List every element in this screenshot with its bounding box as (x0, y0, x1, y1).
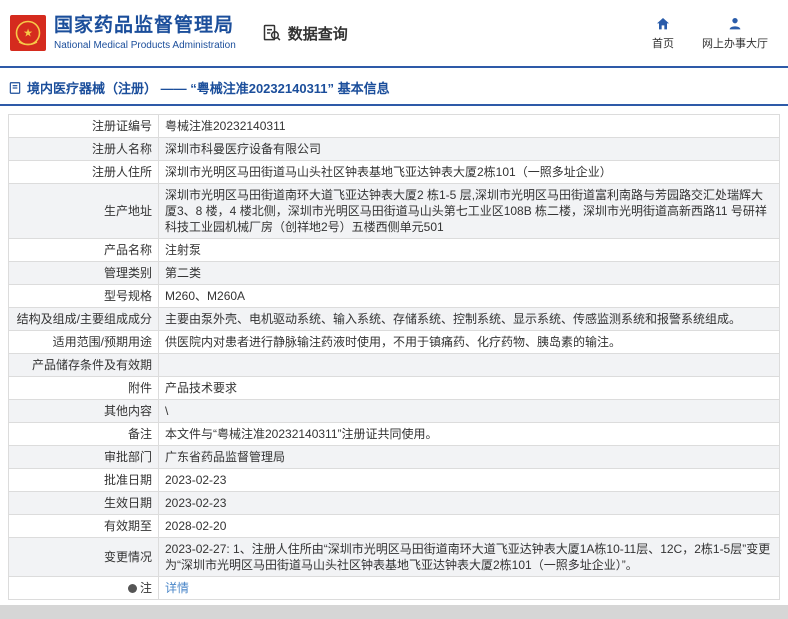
table-row: 注册人住所 深圳市光明区马田街道马山头社区钟表基地飞亚达钟表大厦2栋101（一照多… (8, 160, 780, 184)
note-icon (127, 584, 137, 593)
table-row: 适用范围/预期用途 供医院内对患者进行静脉输注药液时使用，不用于镇痛药、化疗药物、… (8, 330, 780, 354)
table-row: 生效日期 2023-02-23 (8, 491, 780, 515)
data-query-nav[interactable]: 数据查询 (262, 23, 348, 44)
org-title: 国家药品监督管理局 (54, 15, 235, 37)
footer-band (0, 605, 788, 619)
field-label: 生效日期 (8, 491, 159, 515)
field-value: 深圳市科曼医疗设备有限公司 (158, 137, 780, 161)
table-row: 注详情 (8, 576, 780, 600)
table-row: 审批部门 广东省药品监督管理局 (8, 445, 780, 469)
service-hall-label: 网上办事大厅 (702, 37, 768, 50)
field-label: 有效期至 (8, 514, 159, 538)
table-row: 生产地址 深圳市光明区马田街道南环大道飞亚达钟表大厦2 栋1-5 层,深圳市光明区… (8, 183, 780, 239)
table-row: 注册证编号 粤械注准20232140311 (8, 114, 780, 138)
table-row: 有效期至 2028-02-20 (8, 514, 780, 538)
field-label: 注 (8, 576, 159, 600)
field-value: 深圳市光明区马田街道南环大道飞亚达钟表大厦2 栋1-5 层,深圳市光明区马田街道… (158, 183, 780, 239)
table-row: 产品名称 注射泵 (8, 238, 780, 262)
field-label: 批准日期 (8, 468, 159, 492)
field-value: 第二类 (158, 261, 780, 285)
table-row: 管理类别 第二类 (8, 261, 780, 285)
table-row: 型号规格 M260、M260A (8, 284, 780, 308)
field-value: 深圳市光明区马田街道马山头社区钟表基地飞亚达钟表大厦2栋101（一照多址企业） (158, 160, 780, 184)
field-label: 生产地址 (8, 183, 159, 239)
data-query-label: 数据查询 (287, 25, 348, 43)
table-row: 附件 产品技术要求 (8, 376, 780, 400)
org-subtitle: National Medical Products Administration (54, 39, 236, 51)
home-label: 首页 (652, 37, 674, 50)
table-row: 结构及组成/主要组成成分 主要由泵外壳、电机驱动系统、输入系统、存储系统、控制系统… (8, 307, 780, 331)
field-value: 主要由泵外壳、电机驱动系统、输入系统、存储系统、控制系统、显示系统、传感监测系统… (158, 307, 780, 331)
field-label: 结构及组成/主要组成成分 (8, 307, 159, 331)
field-value: 详情 (158, 576, 780, 600)
svg-text:★: ★ (23, 28, 33, 40)
field-value: 粤械注准20232140311 (158, 114, 780, 138)
field-label: 注册人名称 (8, 137, 159, 161)
table-row: 产品储存条件及有效期 (8, 353, 780, 377)
field-value: 注射泵 (158, 238, 780, 262)
info-table-wrap: 注册证编号 粤械注准20232140311 注册人名称 深圳市科曼医疗设备有限公司 注册… (0, 106, 788, 600)
field-label: 审批部门 (8, 445, 159, 469)
info-table-body: 注册证编号 粤械注准20232140311 注册人名称 深圳市科曼医疗设备有限公司 注册… (8, 114, 780, 600)
field-label: 变更情况 (8, 537, 159, 577)
header-links: 首页 网上办事大厅 (652, 16, 768, 51)
detail-link[interactable]: 详情 (165, 581, 189, 595)
field-label: 其他内容 (8, 399, 159, 423)
table-row: 注册人名称 深圳市科曼医疗设备有限公司 (8, 137, 780, 161)
home-link[interactable]: 首页 (652, 16, 674, 51)
header: ★ 国家药品监督管理局 National Medical Products Ad… (0, 0, 788, 66)
field-label: 注册人住所 (8, 160, 159, 184)
info-table: 注册证编号 粤械注准20232140311 注册人名称 深圳市科曼医疗设备有限公司 注册… (8, 114, 780, 600)
field-value: 2023-02-23 (158, 468, 780, 492)
field-value: 2023-02-23 (158, 491, 780, 515)
field-value: 产品技术要求 (158, 376, 780, 400)
field-value: 广东省药品监督管理局 (158, 445, 780, 469)
page-title: 境内医疗器械（注册） —— “粤械注准20232140311” 基本信息 (27, 81, 390, 96)
field-label: 附件 (8, 376, 159, 400)
field-label: 注册证编号 (8, 114, 159, 138)
national-emblem-icon: ★ (10, 15, 46, 51)
field-value: 2023-02-27: 1、注册人住所由“深圳市光明区马田街道南环大道飞亚达钟表… (158, 537, 780, 577)
field-label: 适用范围/预期用途 (8, 330, 159, 354)
field-label: 产品名称 (8, 238, 159, 262)
field-value: 2028-02-20 (158, 514, 780, 538)
table-row: 其他内容 \ (8, 399, 780, 423)
field-label: 管理类别 (8, 261, 159, 285)
field-value: 供医院内对患者进行静脉输注药液时使用，不用于镇痛药、化疗药物、胰岛素的输注。 (158, 330, 780, 354)
field-value: M260、M260A (158, 284, 780, 308)
table-row: 批准日期 2023-02-23 (8, 468, 780, 492)
person-icon (729, 17, 741, 29)
data-query-icon (263, 24, 281, 41)
table-row: 备注 本文件与“粤械注准20232140311”注册证共同使用。 (8, 422, 780, 446)
brand-text: 国家药品监督管理局 National Medical Products Admi… (54, 15, 236, 51)
field-label: 型号规格 (8, 284, 159, 308)
field-value (158, 353, 780, 377)
field-value: 本文件与“粤械注准20232140311”注册证共同使用。 (158, 422, 780, 446)
field-value: \ (158, 399, 780, 423)
service-hall-link[interactable]: 网上办事大厅 (702, 16, 768, 51)
document-icon (9, 81, 21, 94)
table-row: 变更情况 2023-02-27: 1、注册人住所由“深圳市光明区马田街道南环大道飞… (8, 537, 780, 577)
brand: ★ 国家药品监督管理局 National Medical Products Ad… (10, 15, 236, 51)
section-title-bar: 境内医疗器械（注册） —— “粤械注准20232140311” 基本信息 (0, 68, 788, 104)
field-label: 备注 (8, 422, 159, 446)
field-label: 产品储存条件及有效期 (8, 353, 159, 377)
home-icon (657, 17, 669, 29)
